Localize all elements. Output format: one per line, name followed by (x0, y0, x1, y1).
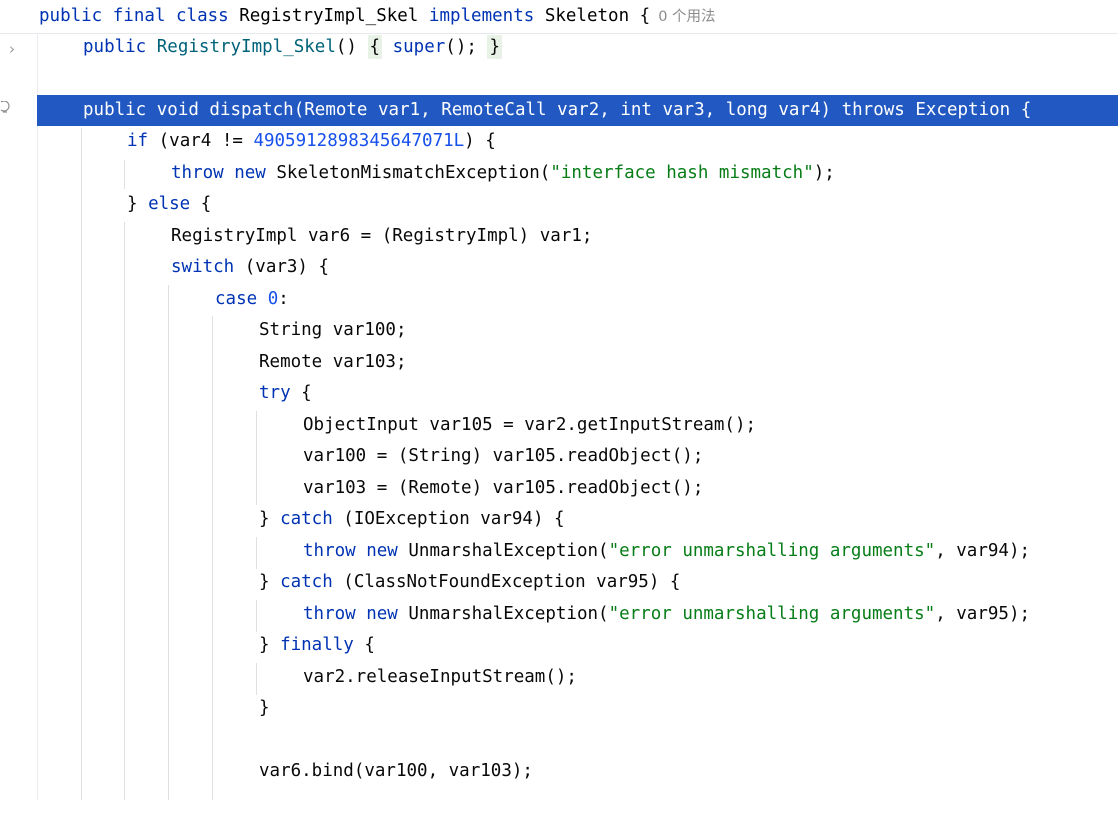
indent-guide (256, 663, 257, 695)
code-text: (ClassNotFoundException var95) { (332, 572, 681, 592)
keyword: switch (171, 257, 235, 277)
code-text: UnmarshalException( (408, 541, 609, 561)
usages-hint[interactable]: 0 个用法 (658, 9, 715, 25)
code-line: throw new SkeletonMismatchException("int… (0, 158, 1118, 189)
code-text: RegistryImpl var6 = (RegistryImpl) var1; (171, 226, 593, 246)
code-line: } else { (0, 189, 1118, 220)
constructor-name: RegistryImpl_Skel (156, 37, 336, 57)
indent-guide (81, 128, 82, 800)
code-line: public RegistryImpl_Skel() { super(); } (0, 32, 1118, 63)
number-literal: 0 (267, 289, 279, 309)
code-line: if (var4 != 4905912898345647071L) { (0, 126, 1118, 157)
keyword: new (234, 163, 266, 183)
code-text: } (259, 572, 281, 592)
code-line: RegistryImpl var6 = (RegistryImpl) var1; (0, 221, 1118, 252)
keyword: throw (303, 541, 356, 561)
keyword: throw (171, 163, 224, 183)
code-text: } (127, 194, 149, 214)
keyword: try (259, 383, 291, 403)
brace: } (487, 35, 502, 59)
code-text: (IOException var94) { (332, 509, 565, 529)
indent-guide (124, 222, 125, 800)
code-line-selected[interactable]: public void dispatch(Remote var1, Remote… (0, 95, 1118, 126)
code-text: ); (813, 163, 835, 183)
interface-name: Skeleton (544, 6, 630, 26)
code-text: Remote var103; (259, 352, 407, 372)
code-text: ) { (464, 131, 496, 151)
keyword: if (127, 131, 149, 151)
parens: () (335, 37, 357, 57)
code-text: var103 = (Remote) var105.readObject(); (303, 478, 704, 498)
call: (); (445, 37, 477, 57)
string-literal: "error unmarshalling arguments" (608, 541, 936, 561)
keyword: class (176, 6, 229, 26)
brace: { (639, 6, 651, 26)
keyword: implements (428, 6, 535, 26)
indent-guide (168, 285, 169, 800)
code-text: (var4 != (158, 131, 254, 151)
indent-guide (212, 316, 213, 800)
keyword: new (366, 541, 398, 561)
code-text: , var95); (935, 604, 1031, 624)
keyword: throw (303, 604, 356, 624)
code-text: var2.releaseInputStream(); (303, 667, 577, 687)
code-text: UnmarshalException( (408, 604, 609, 624)
code-text: var6.bind(var100, var103); (259, 761, 533, 781)
string-literal: "error unmarshalling arguments" (608, 604, 936, 624)
keyword: catch (280, 572, 333, 592)
number-literal: 4905912898345647071L (253, 131, 465, 151)
code-text: { (190, 194, 212, 214)
indent-guide (124, 160, 125, 189)
keyword: public (83, 37, 147, 57)
indent-guide (256, 600, 257, 632)
keyword: finally (280, 635, 354, 655)
class-name: RegistryImpl_Skel (239, 6, 419, 26)
code-text: } (259, 635, 281, 655)
indent-guide (256, 411, 257, 505)
code-text: var100 = (String) var105.readObject(); (303, 446, 704, 466)
bulb-icon[interactable] (0, 101, 10, 115)
code-text: (var3) { (234, 257, 330, 277)
string-literal: "interface hash mismatch" (550, 163, 814, 183)
code-text: : (278, 289, 289, 309)
code-text: SkeletonMismatchException( (276, 163, 551, 183)
dispatch-signature: public void dispatch(Remote var1, Remote… (83, 100, 1032, 120)
keyword: case (215, 289, 258, 309)
code-text: , var94); (935, 541, 1031, 561)
brace: { (367, 35, 383, 59)
indent-guide (256, 537, 257, 569)
keyword: super (392, 37, 446, 57)
class-declaration-line: public final class RegistryImpl_Skel imp… (0, 1, 1118, 32)
code-text: } (259, 509, 281, 529)
code-text: { (290, 383, 312, 403)
code-text: } (259, 698, 270, 718)
keyword: else (148, 194, 191, 214)
code-text: { (353, 635, 375, 655)
code-text: ObjectInput var105 = var2.getInputStream… (303, 415, 757, 435)
code-text: String var100; (259, 320, 407, 340)
code-line: switch (var3) { (0, 252, 1118, 283)
keyword: final (112, 6, 166, 26)
keyword: catch (280, 509, 333, 529)
sticky-class-header[interactable]: public final class RegistryImpl_Skel imp… (0, 0, 1118, 34)
keyword: public (39, 6, 103, 26)
keyword: new (366, 604, 398, 624)
